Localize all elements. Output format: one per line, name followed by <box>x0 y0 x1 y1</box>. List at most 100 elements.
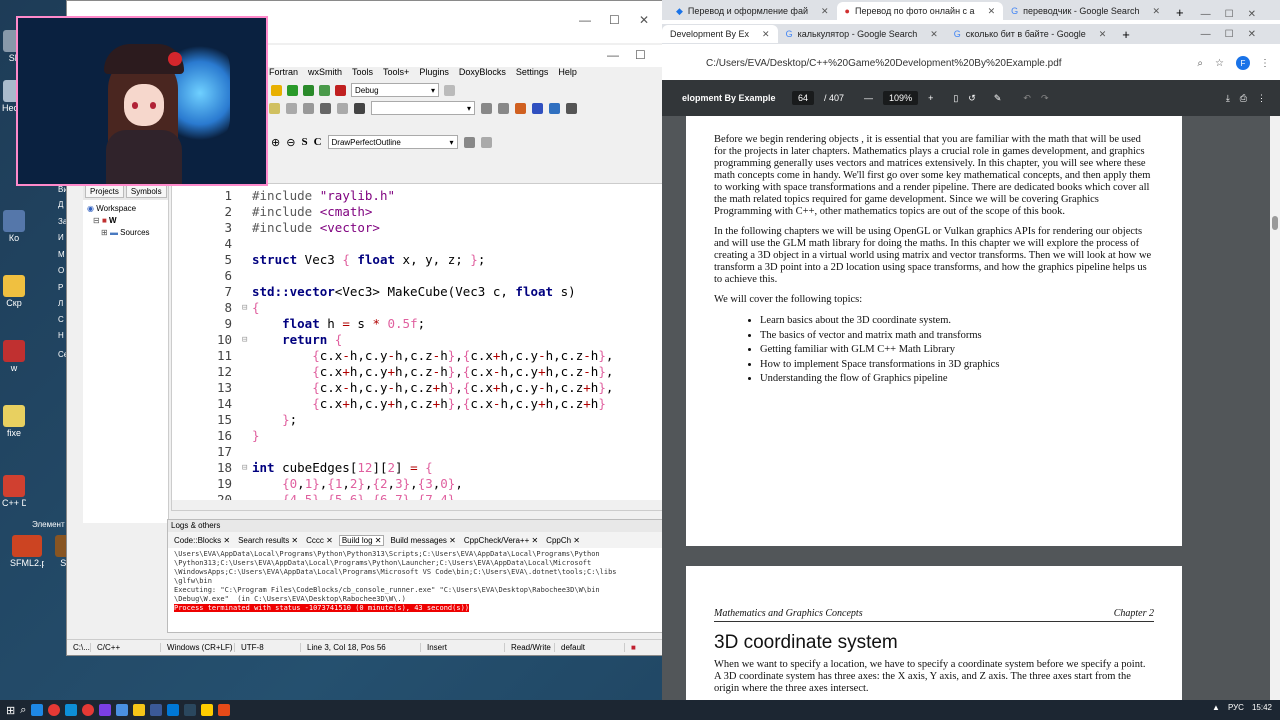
window-controls[interactable]: —☐✕ <box>1201 29 1280 40</box>
debug-icon[interactable] <box>269 102 280 114</box>
minimize-icon[interactable]: — <box>607 48 619 62</box>
code-line[interactable]: float h = s * 0.5f; <box>252 316 613 332</box>
yandex-icon[interactable] <box>99 704 112 716</box>
menu-icon[interactable]: ⋮ <box>1260 58 1270 69</box>
taskview-icon[interactable] <box>31 704 44 716</box>
menu-tools[interactable]: Tools <box>352 67 373 81</box>
redo-icon[interactable]: ↷ <box>1041 93 1049 104</box>
maximize-icon[interactable]: ☐ <box>635 48 646 62</box>
zoom-level[interactable]: 109% <box>883 91 919 105</box>
app-icon[interactable] <box>150 704 163 716</box>
breakpoint-icon[interactable] <box>320 102 331 114</box>
address-text[interactable]: C:/Users/EVA/Desktop/C++%20Game%20Develo… <box>706 58 1062 69</box>
match-case-icon[interactable] <box>549 102 560 114</box>
editor-horizontal-scrollbar[interactable] <box>172 500 682 510</box>
target-dialog-icon[interactable] <box>444 84 455 96</box>
code-line[interactable]: } <box>252 428 613 444</box>
desktop-icon[interactable]: w <box>2 340 26 373</box>
zoom-in-icon[interactable]: ⊕ <box>271 136 280 149</box>
tree-sources[interactable]: ⊞ ▬ Sources <box>87 227 164 239</box>
rebuild-icon[interactable] <box>319 84 330 96</box>
network-icon[interactable]: ▲ <box>1212 703 1220 712</box>
rotate-icon[interactable]: ↺ <box>968 93 976 104</box>
fit-page-icon[interactable]: ▯ <box>953 93 958 104</box>
code-line[interactable]: {c.x+h,c.y+h,c.z-h},{c.x-h,c.y+h,c.z-h}, <box>252 364 613 380</box>
tab-symbols[interactable]: Symbols <box>125 185 167 198</box>
menu-settings[interactable]: Settings <box>516 67 549 81</box>
s-button[interactable]: S <box>301 136 307 148</box>
close-icon[interactable]: ✕ <box>1152 6 1160 17</box>
log-tab[interactable]: Build log ✕ <box>338 534 385 546</box>
step-out-icon[interactable] <box>337 102 348 114</box>
zoom-in-icon[interactable]: + <box>928 93 933 103</box>
zoom-out-icon[interactable]: ⊖ <box>286 136 295 149</box>
next-line-icon[interactable] <box>303 102 314 114</box>
desktop-side-label[interactable]: Д <box>58 200 63 209</box>
pdf-scrollbar[interactable] <box>1270 116 1280 700</box>
tab-projects[interactable]: Projects <box>85 185 124 198</box>
c-button[interactable]: C <box>314 136 322 148</box>
new-tab-icon[interactable]: + <box>1168 5 1192 20</box>
search-icon[interactable]: ⌕ <box>20 704 26 717</box>
app-icon[interactable] <box>116 704 129 716</box>
abort-icon[interactable] <box>335 84 346 96</box>
log-tab[interactable]: Search results ✕ <box>236 536 300 545</box>
zoom-out-icon[interactable]: — <box>864 93 873 103</box>
code-line[interactable] <box>252 236 613 252</box>
desktop-side-label[interactable]: Н <box>58 331 64 340</box>
code-line[interactable]: {c.x-h,c.y-h,c.z-h},{c.x+h,c.y-h,c.z-h}, <box>252 348 613 364</box>
desktop-side-label[interactable]: С <box>58 315 64 324</box>
desktop-icon[interactable]: C++ Devel <box>2 475 26 508</box>
close-icon[interactable]: ✕ <box>639 13 649 27</box>
code-text[interactable]: #include "raylib.h" #include <cmath> #incl… <box>252 188 613 508</box>
window-controls[interactable]: —☐✕ <box>1201 9 1280 20</box>
close-icon[interactable]: ✕ <box>930 29 938 40</box>
opera-icon[interactable] <box>82 704 95 716</box>
code-line[interactable]: return { <box>252 332 613 348</box>
build-icon[interactable] <box>271 84 282 96</box>
code-line[interactable]: {c.x-h,c.y-h,c.z+h},{c.x+h,c.y-h,c.z+h}, <box>252 380 613 396</box>
print-icon[interactable]: ⎙ <box>1240 93 1247 104</box>
address-bar[interactable]: C:/Users/EVA/Desktop/C++%20Game%20Develo… <box>662 48 1280 78</box>
pdf-viewport[interactable]: Before we begin rendering objects , it i… <box>662 116 1270 700</box>
browser-tab[interactable]: Development By Ex ✕ <box>662 25 778 43</box>
menu-help[interactable]: Help <box>558 67 577 81</box>
desktop-icon[interactable]: fixe <box>2 405 26 438</box>
log-tab[interactable]: Build messages ✕ <box>388 536 457 545</box>
maximize-icon[interactable]: ☐ <box>609 13 620 27</box>
desktop-side-label[interactable]: Л <box>58 299 63 308</box>
close-icon[interactable]: ✕ <box>988 6 996 17</box>
code-line[interactable]: { <box>252 300 613 316</box>
download-icon[interactable]: ⤓ <box>1226 93 1230 104</box>
clock[interactable]: 15:42 <box>1252 703 1272 712</box>
desktop-icon[interactable]: Ко <box>2 210 26 243</box>
highlight-icon[interactable] <box>515 102 526 114</box>
menu-fortran[interactable]: Fortran <box>269 67 298 81</box>
desktop-side-label[interactable]: И <box>58 233 64 242</box>
bookmark-icon[interactable]: ☆ <box>1215 58 1224 69</box>
desktop-side-label[interactable]: М <box>58 250 65 259</box>
menu-doxyblocks[interactable]: DoxyBlocks <box>459 67 506 81</box>
run-icon[interactable] <box>287 84 298 96</box>
browser-window[interactable]: ◆ Перевод и оформление фай ✕ ● Перевод по ф… <box>662 0 1280 700</box>
close-icon[interactable]: ✕ <box>762 29 770 40</box>
code-line[interactable]: int cubeEdges[12][2] = { <box>252 460 613 476</box>
code-line[interactable]: {0,1},{1,2},{2,3},{3,0}, <box>252 476 613 492</box>
steam-icon[interactable] <box>184 704 197 716</box>
close-icon[interactable]: ✕ <box>821 6 829 17</box>
log-tab[interactable]: Cccc ✕ <box>304 536 335 545</box>
scroll-thumb[interactable] <box>1272 216 1278 230</box>
code-line[interactable]: std::vector<Vec3> MakeCube(Vec3 c, float… <box>252 284 613 300</box>
new-tab-icon[interactable]: + <box>1114 27 1138 42</box>
log-tab[interactable]: Code::Blocks ✕ <box>172 536 232 545</box>
start-icon[interactable]: ⊞ <box>6 704 15 717</box>
search-combo[interactable]: ▾ <box>371 101 475 115</box>
code-line[interactable]: #include "raylib.h" <box>252 188 613 204</box>
jump-back-icon[interactable] <box>481 102 492 114</box>
tree-workspace[interactable]: ◉ Workspace <box>87 203 164 215</box>
step-icon[interactable] <box>286 102 297 114</box>
edge-icon[interactable] <box>65 704 78 716</box>
regex-icon[interactable] <box>566 102 577 114</box>
jump-icon[interactable] <box>463 136 475 148</box>
app-icon[interactable] <box>201 704 214 716</box>
